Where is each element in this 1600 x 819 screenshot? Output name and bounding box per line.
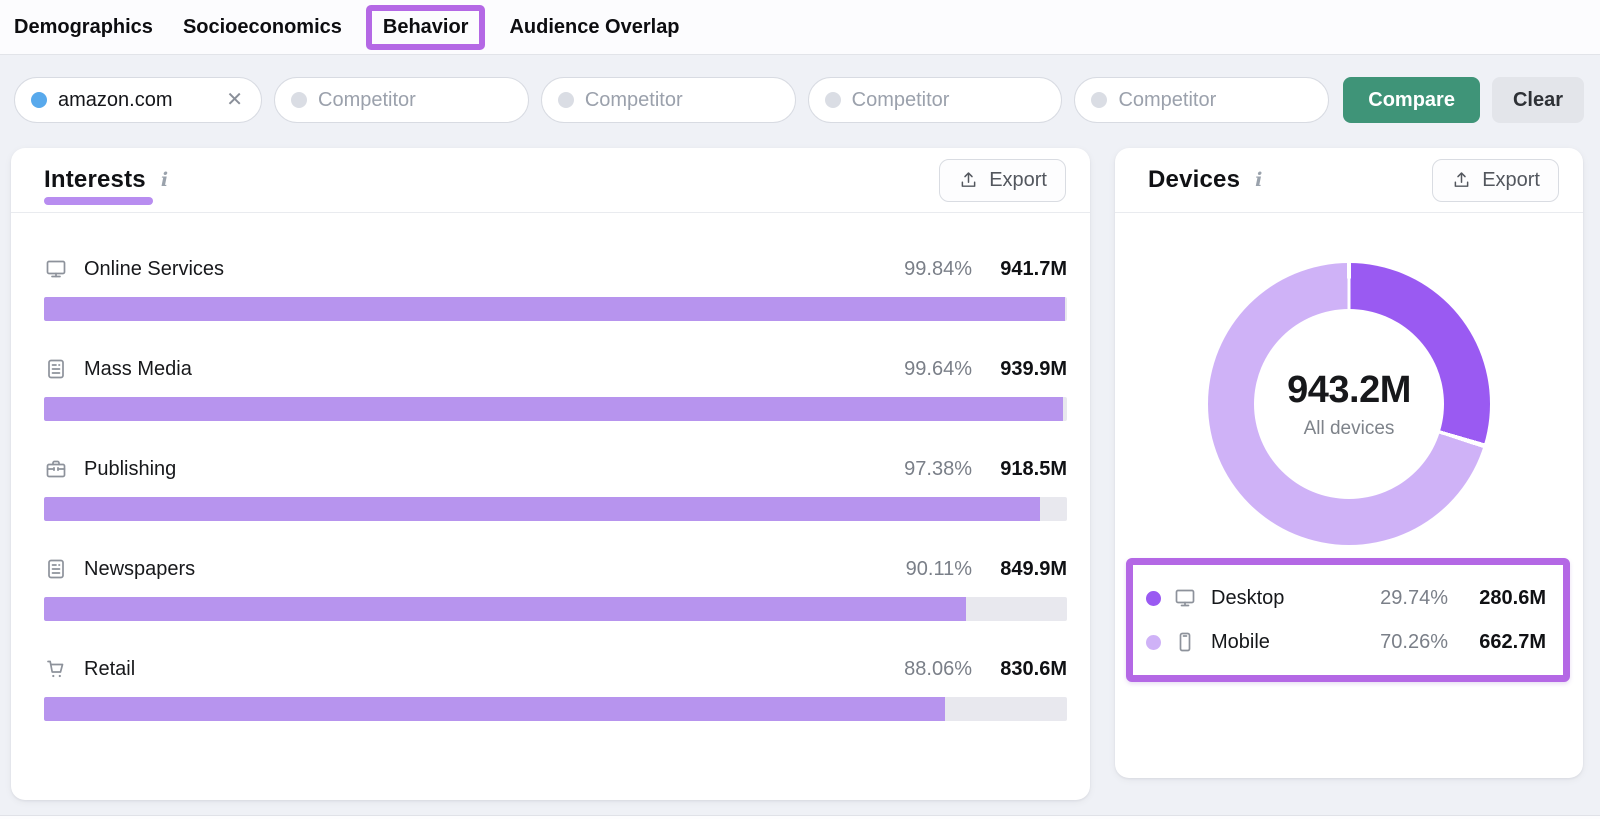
competitor-color-dot: [825, 92, 841, 108]
tab-demographics[interactable]: Demographics: [14, 16, 153, 39]
compare-button[interactable]: Compare: [1343, 77, 1480, 123]
export-label: Export: [1482, 169, 1540, 192]
donut-center-label: 943.2M All devices: [1208, 263, 1490, 545]
briefcase-icon: [44, 457, 68, 481]
legend-color-dot: [1146, 635, 1161, 650]
interest-row: Mass Media 99.64% 939.9M: [44, 354, 1067, 421]
competitor-color-dot: [558, 92, 574, 108]
device-label: Desktop: [1211, 587, 1284, 610]
interest-percent: 88.06%: [904, 658, 972, 681]
donut-ring: 943.2M All devices: [1208, 263, 1490, 545]
interests-title: Interests: [44, 166, 146, 193]
competitor-color-dot: [1091, 92, 1107, 108]
tab-behavior[interactable]: Behavior: [383, 16, 469, 39]
interests-list: Online Services 99.84% 941.7M Mass Media…: [11, 213, 1090, 721]
news-icon: [44, 357, 68, 381]
competitor-input-3[interactable]: [808, 77, 1063, 123]
interest-label: Mass Media: [84, 358, 192, 381]
mobile-icon: [1173, 630, 1197, 654]
news-icon: [44, 557, 68, 581]
all-devices-subtitle: All devices: [1304, 418, 1395, 440]
competitor-field[interactable]: [585, 89, 779, 112]
interest-row: Publishing 97.38% 918.5M: [44, 454, 1067, 521]
competitor-field[interactable]: [852, 89, 1046, 112]
interest-percent: 90.11%: [906, 558, 972, 581]
tab-socioeconomics[interactable]: Socioeconomics: [183, 16, 342, 39]
competitor-input-4[interactable]: [1074, 77, 1329, 123]
interests-panel: Interests i Export Online Services 99.84…: [11, 148, 1090, 800]
interest-label: Retail: [84, 658, 135, 681]
interest-value: 941.7M: [989, 258, 1067, 281]
monitor-icon: [44, 257, 68, 281]
interest-value: 849.9M: [989, 558, 1067, 581]
interest-bar: [44, 397, 1067, 421]
competitor-field[interactable]: [1118, 89, 1312, 112]
device-legend-row: Desktop 29.74% 280.6M: [1146, 576, 1546, 620]
main-domain-input[interactable]: amazon.com ✕: [14, 77, 262, 123]
interest-label: Publishing: [84, 458, 176, 481]
devices-panel: Devices i Export 943.2M All devices Des: [1115, 148, 1583, 778]
devices-title: Devices: [1148, 166, 1240, 193]
interest-percent: 97.38%: [904, 458, 972, 481]
interest-value: 918.5M: [989, 458, 1067, 481]
interest-percent: 99.84%: [904, 258, 972, 281]
legend-color-dot: [1146, 591, 1161, 606]
info-icon[interactable]: i: [161, 169, 168, 191]
close-icon[interactable]: ✕: [224, 88, 245, 112]
interests-underline-annotation: [44, 197, 153, 205]
interest-row: Retail 88.06% 830.6M: [44, 654, 1067, 721]
desktop-icon: [1173, 586, 1197, 610]
devices-donut-chart: 943.2M All devices: [1115, 213, 1583, 545]
interest-bar: [44, 697, 1067, 721]
competitor-field[interactable]: [318, 89, 512, 112]
domain-color-dot: [31, 92, 47, 108]
clear-button[interactable]: Clear: [1492, 77, 1584, 123]
active-tab-highlight-annotation: Behavior: [366, 5, 486, 50]
device-percent: 70.26%: [1380, 631, 1448, 654]
audience-insights-screen: Demographics Socioeconomics Behavior Audien…: [0, 0, 1600, 819]
interest-row: Online Services 99.84% 941.7M: [44, 254, 1067, 321]
interest-value: 939.9M: [989, 358, 1067, 381]
page-bottom-divider: [0, 815, 1600, 819]
interest-bar: [44, 497, 1067, 521]
devices-header: Devices i Export: [1115, 148, 1583, 213]
tab-audience-overlap[interactable]: Audience Overlap: [509, 16, 679, 39]
interest-value: 830.6M: [989, 658, 1067, 681]
device-legend-row: Mobile 70.26% 662.7M: [1146, 620, 1546, 664]
device-percent: 29.74%: [1380, 587, 1448, 610]
competitor-color-dot: [291, 92, 307, 108]
interest-percent: 99.64%: [904, 358, 972, 381]
competitor-input-1[interactable]: [274, 77, 529, 123]
interest-row: Newspapers 90.11% 849.9M: [44, 554, 1067, 621]
export-button[interactable]: Export: [939, 159, 1066, 202]
main-domain-label: amazon.com: [58, 89, 173, 112]
interest-bar: [44, 597, 1067, 621]
panels-row: Interests i Export Online Services 99.84…: [0, 123, 1600, 800]
upload-icon: [958, 170, 979, 191]
interest-label: Newspapers: [84, 558, 195, 581]
device-value: 280.6M: [1466, 587, 1546, 610]
domain-filter-row: amazon.com ✕ Compare Clear: [0, 55, 1600, 123]
competitor-input-2[interactable]: [541, 77, 796, 123]
interests-header: Interests i Export: [11, 148, 1090, 213]
all-devices-total: 943.2M: [1287, 369, 1411, 412]
interest-label: Online Services: [84, 258, 224, 281]
interest-bar: [44, 297, 1067, 321]
cart-icon: [44, 657, 68, 681]
upload-icon: [1451, 170, 1472, 191]
device-value: 662.7M: [1466, 631, 1546, 654]
info-icon[interactable]: i: [1255, 169, 1262, 191]
devices-legend-annotation: Desktop 29.74% 280.6M Mobile 70.26% 662.…: [1126, 558, 1570, 682]
section-tabs: Demographics Socioeconomics Behavior Audien…: [0, 0, 1600, 55]
device-label: Mobile: [1211, 631, 1270, 654]
export-label: Export: [989, 169, 1047, 192]
export-button[interactable]: Export: [1432, 159, 1559, 202]
